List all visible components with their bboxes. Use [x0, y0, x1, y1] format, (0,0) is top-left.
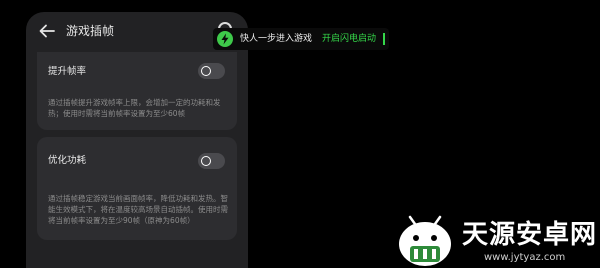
site-watermark: 天源安卓网 www.jytyaz.com — [394, 214, 600, 268]
arrow-left-icon — [39, 24, 55, 38]
watermark-title: 天源安卓网 — [462, 220, 598, 250]
toast-action-link[interactable]: 开启闪电启动 — [322, 32, 376, 46]
toast-notification: 快人一步进入游戏 开启闪电启动 — [213, 28, 389, 50]
optimize-power-toggle[interactable] — [198, 153, 225, 169]
setting-description: 通过插帧提升游戏帧率上限，会增加一定的功耗和发热；使用时需将当前帧率设置为至少6… — [48, 98, 221, 118]
setting-label: 优化功耗 — [48, 155, 87, 166]
toggle-knob — [201, 66, 211, 76]
toast-divider — [383, 33, 385, 45]
setting-card-boost-framerate: 提升帧率 通过插帧提升游戏帧率上限，会增加一定的功耗和发热；使用时需将当前帧率设… — [37, 52, 237, 130]
toast-message: 快人一步进入游戏 — [240, 34, 313, 44]
boost-framerate-toggle[interactable] — [198, 63, 225, 79]
page-title: 游戏插帧 — [66, 24, 115, 38]
toggle-knob — [201, 156, 211, 166]
setting-description: 通过插帧稳定游戏当前画面帧率，降低功耗和发热。智能生效模式下，将在温度较高场景自… — [48, 194, 228, 225]
settings-panel: 游戏插帧 提升帧率 通过插帧提升游戏帧率上限，会增加一定的功耗和发热；使用时需将… — [26, 12, 248, 268]
watermark-url: www.jytyaz.com — [484, 252, 566, 263]
setting-card-optimize-power: 优化功耗 通过插帧稳定游戏当前画面帧率，降低功耗和发热。智能生效模式下，将在温度… — [37, 137, 237, 240]
setting-label: 提升帧率 — [48, 66, 87, 77]
back-button[interactable] — [38, 22, 56, 40]
android-robot-logo — [399, 215, 451, 266]
lightning-icon — [217, 31, 233, 47]
